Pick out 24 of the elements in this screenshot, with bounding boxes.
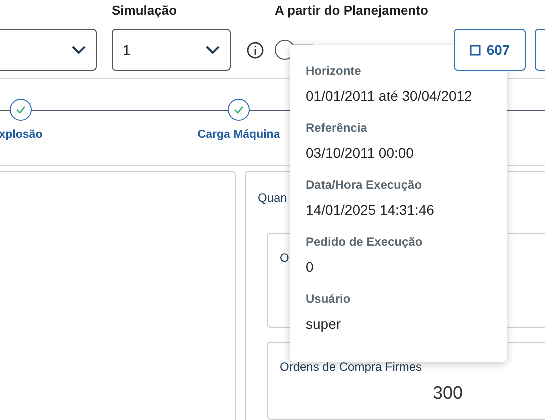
info-value: 14/01/2025 14:31:46 (306, 201, 434, 219)
chevron-down-icon (206, 46, 220, 54)
field-label: A partir do Planejamento (275, 2, 428, 20)
info-value: super (306, 315, 342, 333)
info-value: 0 (306, 258, 314, 276)
info-label: Usuário (306, 291, 351, 307)
card-title: O (280, 250, 290, 266)
info-label: Referência (306, 120, 368, 136)
field-label: Simulação (112, 2, 178, 20)
panel-title: Quan (258, 190, 288, 206)
info-label: Pedido de Execução (306, 234, 423, 250)
simulation-select[interactable]: 1 (112, 29, 231, 71)
card-value: 300 (432, 383, 463, 403)
info-label: Data/Hora Execução (306, 177, 422, 193)
info-value: 03/10/2011 00:00 (306, 144, 414, 162)
step-label[interactable]: Carga Máquina (198, 129, 280, 141)
square-icon (470, 44, 481, 56)
chevron-down-icon (72, 46, 86, 54)
info-value: 01/01/2011 até 30/04/2012 (306, 87, 472, 105)
info-label: Horizonte (306, 63, 362, 79)
info-icon[interactable] (247, 42, 264, 58)
count-button[interactable]: 607 (454, 29, 526, 71)
select-field[interactable] (0, 29, 97, 71)
card-title: Ordens de Compra Firmes (280, 359, 422, 375)
